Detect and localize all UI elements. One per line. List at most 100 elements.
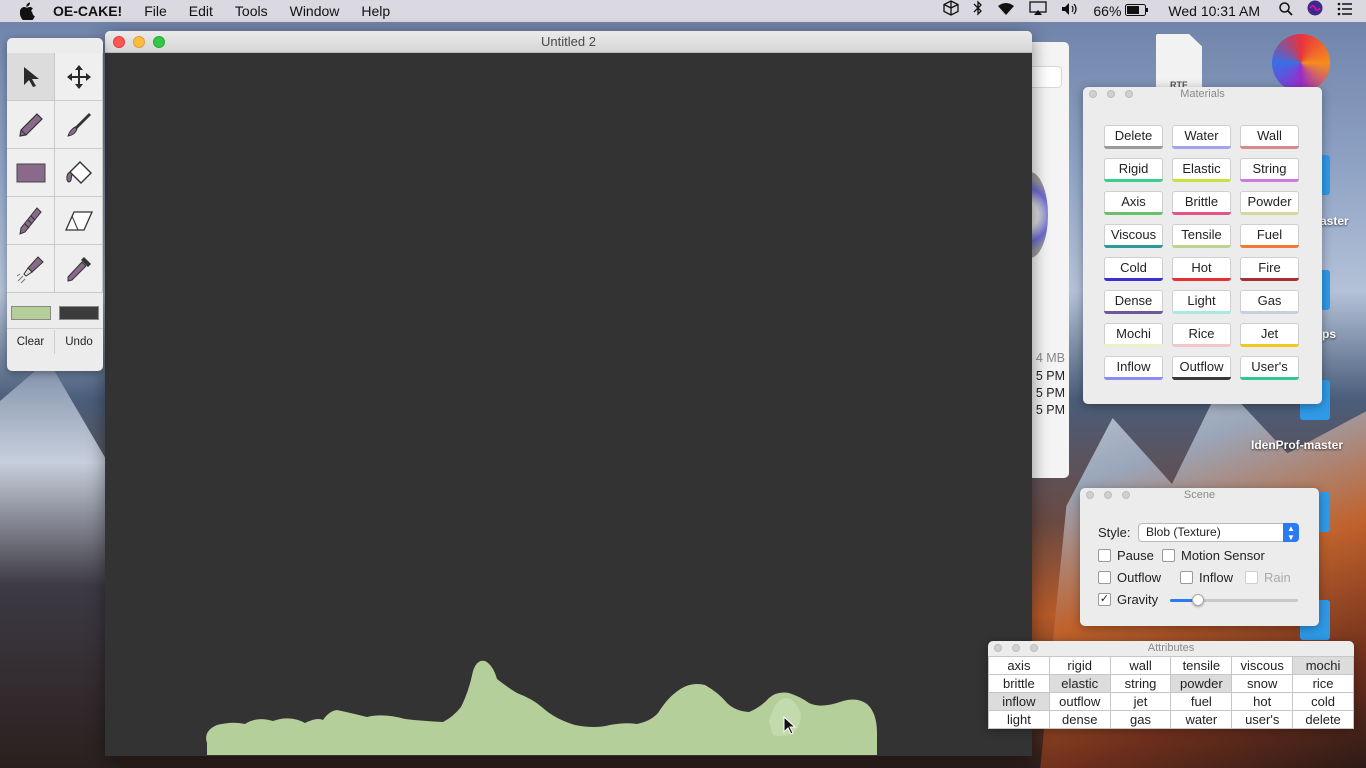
select-tool-button[interactable] [7,53,55,101]
siri-icon[interactable] [1300,0,1330,22]
attribute-cell[interactable]: snow [1231,674,1294,693]
attribute-cell[interactable]: string [1109,674,1172,693]
inflow-checkbox-row[interactable]: Inflow [1180,570,1233,585]
attribute-cell[interactable]: light [988,710,1050,729]
knife-tool-button[interactable] [7,197,55,245]
scene-titlebar[interactable]: Scene [1080,488,1319,502]
attribute-cell[interactable]: brittle [988,674,1050,693]
app-menu[interactable]: OE-CAKE! [42,0,133,22]
minimize-panel-button[interactable] [1012,644,1020,652]
gravity-slider-knob[interactable] [1192,594,1205,606]
materials-titlebar[interactable]: Materials [1083,87,1322,101]
undo-button[interactable]: Undo [55,330,103,354]
apple-logo-icon[interactable] [20,2,36,20]
simulation-canvas[interactable] [105,53,1032,756]
attributes-titlebar[interactable]: Attributes [988,641,1354,655]
fill-tool-button[interactable] [55,149,103,197]
primary-color-swatch[interactable] [11,306,51,320]
close-window-button[interactable] [113,36,125,48]
attribute-cell[interactable]: dense [1048,710,1111,729]
material-button[interactable]: Tensile [1172,224,1231,248]
minimize-panel-button[interactable] [1107,90,1115,98]
attribute-cell[interactable]: cold [1292,692,1354,711]
material-button[interactable]: Wall [1240,125,1299,149]
motion-sensor-checkbox[interactable] [1162,549,1175,562]
clear-button[interactable]: Clear [7,330,55,354]
material-button[interactable]: Gas [1240,290,1299,314]
style-select[interactable]: Blob (Texture) ▲ ▼ [1138,523,1299,542]
gravity-checkbox[interactable]: ✓ [1098,593,1111,606]
material-button[interactable]: User's [1240,356,1299,380]
minimize-window-button[interactable] [133,36,145,48]
material-button[interactable]: Hot [1172,257,1231,281]
pause-checkbox-row[interactable]: Pause [1098,548,1154,563]
move-tool-button[interactable] [55,53,103,101]
attribute-cell[interactable]: hot [1231,692,1294,711]
menu-window[interactable]: Window [279,0,351,22]
material-button[interactable]: Fuel [1240,224,1299,248]
battery-percent[interactable]: 66% [1086,0,1123,22]
brush-tool-button[interactable] [55,101,103,149]
box-status-icon[interactable] [936,0,966,22]
zoom-panel-button[interactable] [1030,644,1038,652]
attribute-cell[interactable]: elastic [1048,674,1111,693]
material-button[interactable]: Fire [1240,257,1299,281]
desktop-file-icon[interactable]: RTF [1156,34,1202,90]
material-button[interactable]: String [1240,158,1299,182]
attribute-cell[interactable]: gas [1109,710,1172,729]
close-panel-button[interactable] [1089,90,1097,98]
menu-edit[interactable]: Edit [178,0,224,22]
attribute-cell[interactable]: jet [1109,692,1172,711]
material-button[interactable]: Jet [1240,323,1299,347]
material-button[interactable]: Axis [1104,191,1163,215]
material-button[interactable]: Elastic [1172,158,1231,182]
menu-tools[interactable]: Tools [224,0,279,22]
battery-icon[interactable] [1123,0,1156,22]
motion-sensor-checkbox-row[interactable]: Motion Sensor [1162,548,1265,563]
material-button[interactable]: Viscous [1104,224,1163,248]
zoom-panel-button[interactable] [1122,491,1130,499]
attribute-cell[interactable]: powder [1170,674,1233,693]
browser-app-icon[interactable] [1272,34,1330,92]
wifi-icon[interactable] [990,0,1022,22]
minimize-panel-button[interactable] [1104,491,1112,499]
menu-file[interactable]: File [133,0,178,22]
zoom-panel-button[interactable] [1125,90,1133,98]
close-panel-button[interactable] [994,644,1002,652]
attribute-cell[interactable]: tensile [1170,656,1233,675]
attribute-cell[interactable]: delete [1292,710,1354,729]
rectangle-tool-button[interactable] [7,149,55,197]
menubar-clock[interactable]: Wed 10:31 AM [1156,0,1272,22]
close-panel-button[interactable] [1086,491,1094,499]
pause-checkbox[interactable] [1098,549,1111,562]
material-button[interactable]: Brittle [1172,191,1231,215]
outflow-checkbox-row[interactable]: Outflow [1098,570,1161,585]
pencil-tool-button[interactable] [7,101,55,149]
gravity-slider[interactable] [1170,594,1298,606]
attribute-cell[interactable]: viscous [1231,656,1294,675]
material-button[interactable]: Inflow [1104,356,1163,380]
main-window-titlebar[interactable]: Untitled 2 [105,31,1032,53]
eraser-tool-button[interactable] [55,197,103,245]
material-button[interactable]: Rigid [1104,158,1163,182]
notification-center-icon[interactable] [1330,0,1360,22]
attribute-cell[interactable]: user's [1231,710,1294,729]
attribute-cell[interactable]: wall [1109,656,1172,675]
attribute-cell[interactable]: inflow [988,692,1050,711]
gravity-checkbox-row[interactable]: ✓ Gravity [1098,592,1158,607]
attribute-cell[interactable]: axis [988,656,1050,675]
dropper-tool-button[interactable] [55,245,103,293]
attribute-cell[interactable]: mochi [1292,656,1354,675]
material-button[interactable]: Water [1172,125,1231,149]
material-button[interactable]: Cold [1104,257,1163,281]
outflow-checkbox[interactable] [1098,571,1111,584]
inflow-checkbox[interactable] [1180,571,1193,584]
airplay-icon[interactable] [1022,0,1054,22]
bluetooth-icon[interactable] [966,0,990,22]
material-button[interactable]: Light [1172,290,1231,314]
attribute-cell[interactable]: water [1170,710,1233,729]
zoom-window-button[interactable] [153,36,165,48]
attribute-cell[interactable]: rigid [1048,656,1111,675]
volume-icon[interactable] [1054,0,1086,22]
menu-help[interactable]: Help [350,0,401,22]
